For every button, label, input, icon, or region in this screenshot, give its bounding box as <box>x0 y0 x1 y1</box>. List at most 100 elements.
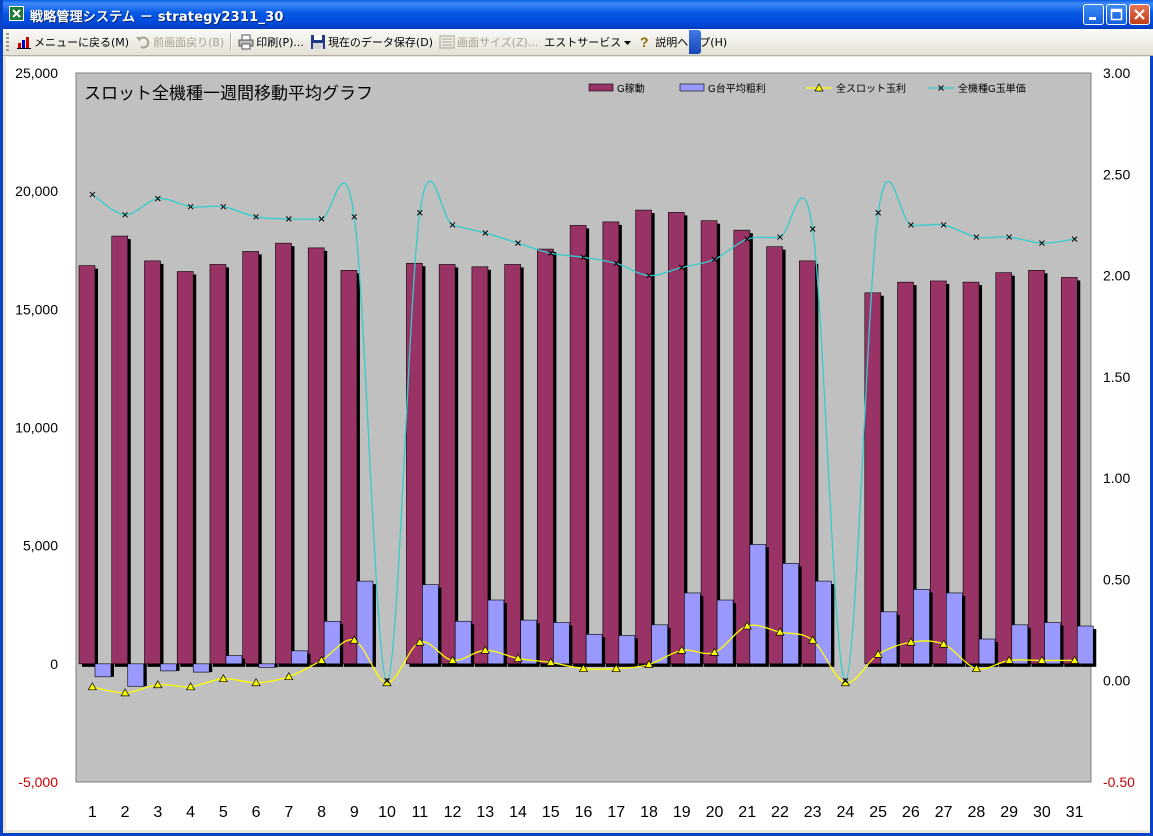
x-tick-label: 25 <box>869 804 887 821</box>
g-kadou-bar <box>929 280 947 665</box>
g-kadou-bar <box>275 242 292 665</box>
g-kadou-bar <box>111 235 129 665</box>
est-service-menu[interactable]: エストサービス <box>541 31 634 53</box>
close-button[interactable] <box>1129 4 1150 25</box>
chart-title: スロット全機種一週間移動平均グラフ <box>84 84 373 103</box>
toolbar-separator <box>230 33 233 51</box>
save-data-label: 現在のデータ保存(D) <box>327 36 433 49</box>
maximize-button[interactable] <box>1106 4 1127 25</box>
y-tick-label: 10,000 <box>15 420 58 436</box>
g-kadou-bar <box>1028 270 1045 665</box>
g-kadou-bar <box>471 266 489 665</box>
chart-area: 25,000 20,000 15,000 10,000 5,000 0 -5,000 3.0… <box>6 57 1150 830</box>
y-tick-label: 5,000 <box>23 538 58 554</box>
x-tick-label: 22 <box>771 804 789 821</box>
g-avg-profit-bar <box>945 592 963 665</box>
g-avg-profit-bar <box>1076 625 1094 665</box>
g-avg-profit-bar <box>749 544 767 665</box>
g-kadou-bar <box>569 225 587 665</box>
g-avg-profit-bar <box>520 619 537 665</box>
x-tick-label: 26 <box>902 804 920 821</box>
moving-average-chart: 25,000 20,000 15,000 10,000 5,000 0 -5,000 3.0… <box>15 65 1135 821</box>
g-kadou-bar <box>799 260 816 665</box>
g-avg-profit-bar <box>553 622 570 665</box>
g-kadou-bar <box>962 281 980 665</box>
x-tick-label: 6 <box>252 804 261 821</box>
g-avg-profit-bar <box>815 580 832 665</box>
save-data-button[interactable]: 現在のデータ保存(D) <box>307 31 436 53</box>
g-avg-profit-bar <box>880 611 898 665</box>
x-tick-label: 18 <box>640 804 658 821</box>
x-tick-label: 23 <box>804 804 822 821</box>
g-kadou-bar <box>635 209 652 665</box>
legend-label: 全機種G玉単価 <box>958 82 1026 95</box>
g-kadou-bar <box>144 260 161 665</box>
print-button[interactable]: 印刷(P)... <box>235 31 307 53</box>
x-tick-label: 11 <box>411 804 428 821</box>
x-tick-label: 27 <box>935 804 953 821</box>
x-tick-label: 24 <box>837 804 855 821</box>
g-kadou-bar <box>700 220 718 665</box>
g-avg-profit-bar <box>978 638 996 665</box>
g-avg-profit-bar <box>487 599 505 665</box>
screen-size-icon <box>439 34 455 50</box>
g-kadou-bar <box>766 246 783 665</box>
g-avg-profit-bar <box>585 633 603 665</box>
minimize-button[interactable] <box>1083 4 1104 25</box>
excel-app-icon[interactable] <box>9 6 24 21</box>
x-tick-label: 19 <box>673 804 691 821</box>
g-avg-profit-bar <box>651 624 668 665</box>
g-kadou-bar <box>406 262 423 665</box>
x-tick-label: 20 <box>706 804 724 821</box>
x-tick-label: 7 <box>284 804 293 821</box>
g-avg-profit-bar <box>684 592 701 665</box>
screen-size-label: 画面サイズ(Z)... <box>457 36 539 49</box>
y-tick-label: 20,000 <box>15 183 58 199</box>
g-kadou-bar <box>340 270 358 665</box>
x-tick-label: 29 <box>1000 804 1018 821</box>
screen-size-button[interactable]: 画面サイズ(Z)... <box>436 31 541 53</box>
maximize-icon <box>1110 8 1123 21</box>
g-kadou-bar <box>864 292 882 665</box>
g-avg-profit-bar <box>160 663 177 672</box>
x-tick-label: 10 <box>378 804 396 821</box>
x-tick-label: 16 <box>575 804 593 821</box>
x-tick-label: 1 <box>88 804 97 821</box>
g-kadou-bar <box>733 229 751 665</box>
x-tick-label: 14 <box>509 804 527 821</box>
toolbar-items: メニューに戻る(M) 前画面戻り(B) 印刷(P)... 現在のデータ保存(D) <box>13 29 730 55</box>
x-tick-label: 8 <box>317 804 326 821</box>
g-avg-profit-bar <box>782 563 799 665</box>
g-kadou-bar <box>1060 277 1078 665</box>
toolbar-options-chevron[interactable] <box>689 30 701 54</box>
legend-label: 全スロット玉利 <box>836 82 906 95</box>
toolbar: メニューに戻る(M) 前画面戻り(B) 印刷(P)... 現在のデータ保存(D) <box>3 29 1153 56</box>
x-tick-label: 21 <box>738 804 756 821</box>
legend-swatch <box>679 83 705 92</box>
back-button[interactable]: 前画面戻り(B) <box>132 31 227 53</box>
y2-tick-label: 1.50 <box>1103 369 1130 385</box>
menu-return-label: メニューに戻る(M) <box>34 36 130 49</box>
toolbar-grip[interactable] <box>6 33 9 51</box>
y2-tick-label: 2.00 <box>1103 268 1130 284</box>
legend-swatch <box>588 83 614 92</box>
g-avg-profit-bar <box>716 599 734 665</box>
g-kadou-bar <box>504 264 521 665</box>
g-avg-profit-bar <box>913 589 930 665</box>
y2-tick-label: 2.50 <box>1103 166 1130 182</box>
y-tick-label: 15,000 <box>15 301 58 317</box>
minimize-icon <box>1089 17 1096 20</box>
y2-tick-label: 3.00 <box>1103 65 1130 81</box>
title-bar[interactable]: 戦略管理システム － strategy2311_30 <box>3 0 1153 29</box>
g-kadou-bar <box>438 264 456 665</box>
close-icon <box>1134 9 1145 20</box>
x-tick-label: 30 <box>1033 804 1051 821</box>
application-window: 戦略管理システム － strategy2311_30 メニューに戻る(M) 前画… <box>0 0 1153 836</box>
x-tick-label: 17 <box>607 804 625 821</box>
g-avg-profit-bar <box>225 655 243 665</box>
help-button[interactable]: ? 説明ヘルプ(H) <box>634 31 730 53</box>
g-kadou-bar <box>242 251 260 665</box>
y-tick-label: 0 <box>50 656 58 672</box>
g-kadou-bar <box>995 272 1013 665</box>
menu-return-button[interactable]: メニューに戻る(M) <box>13 31 132 53</box>
